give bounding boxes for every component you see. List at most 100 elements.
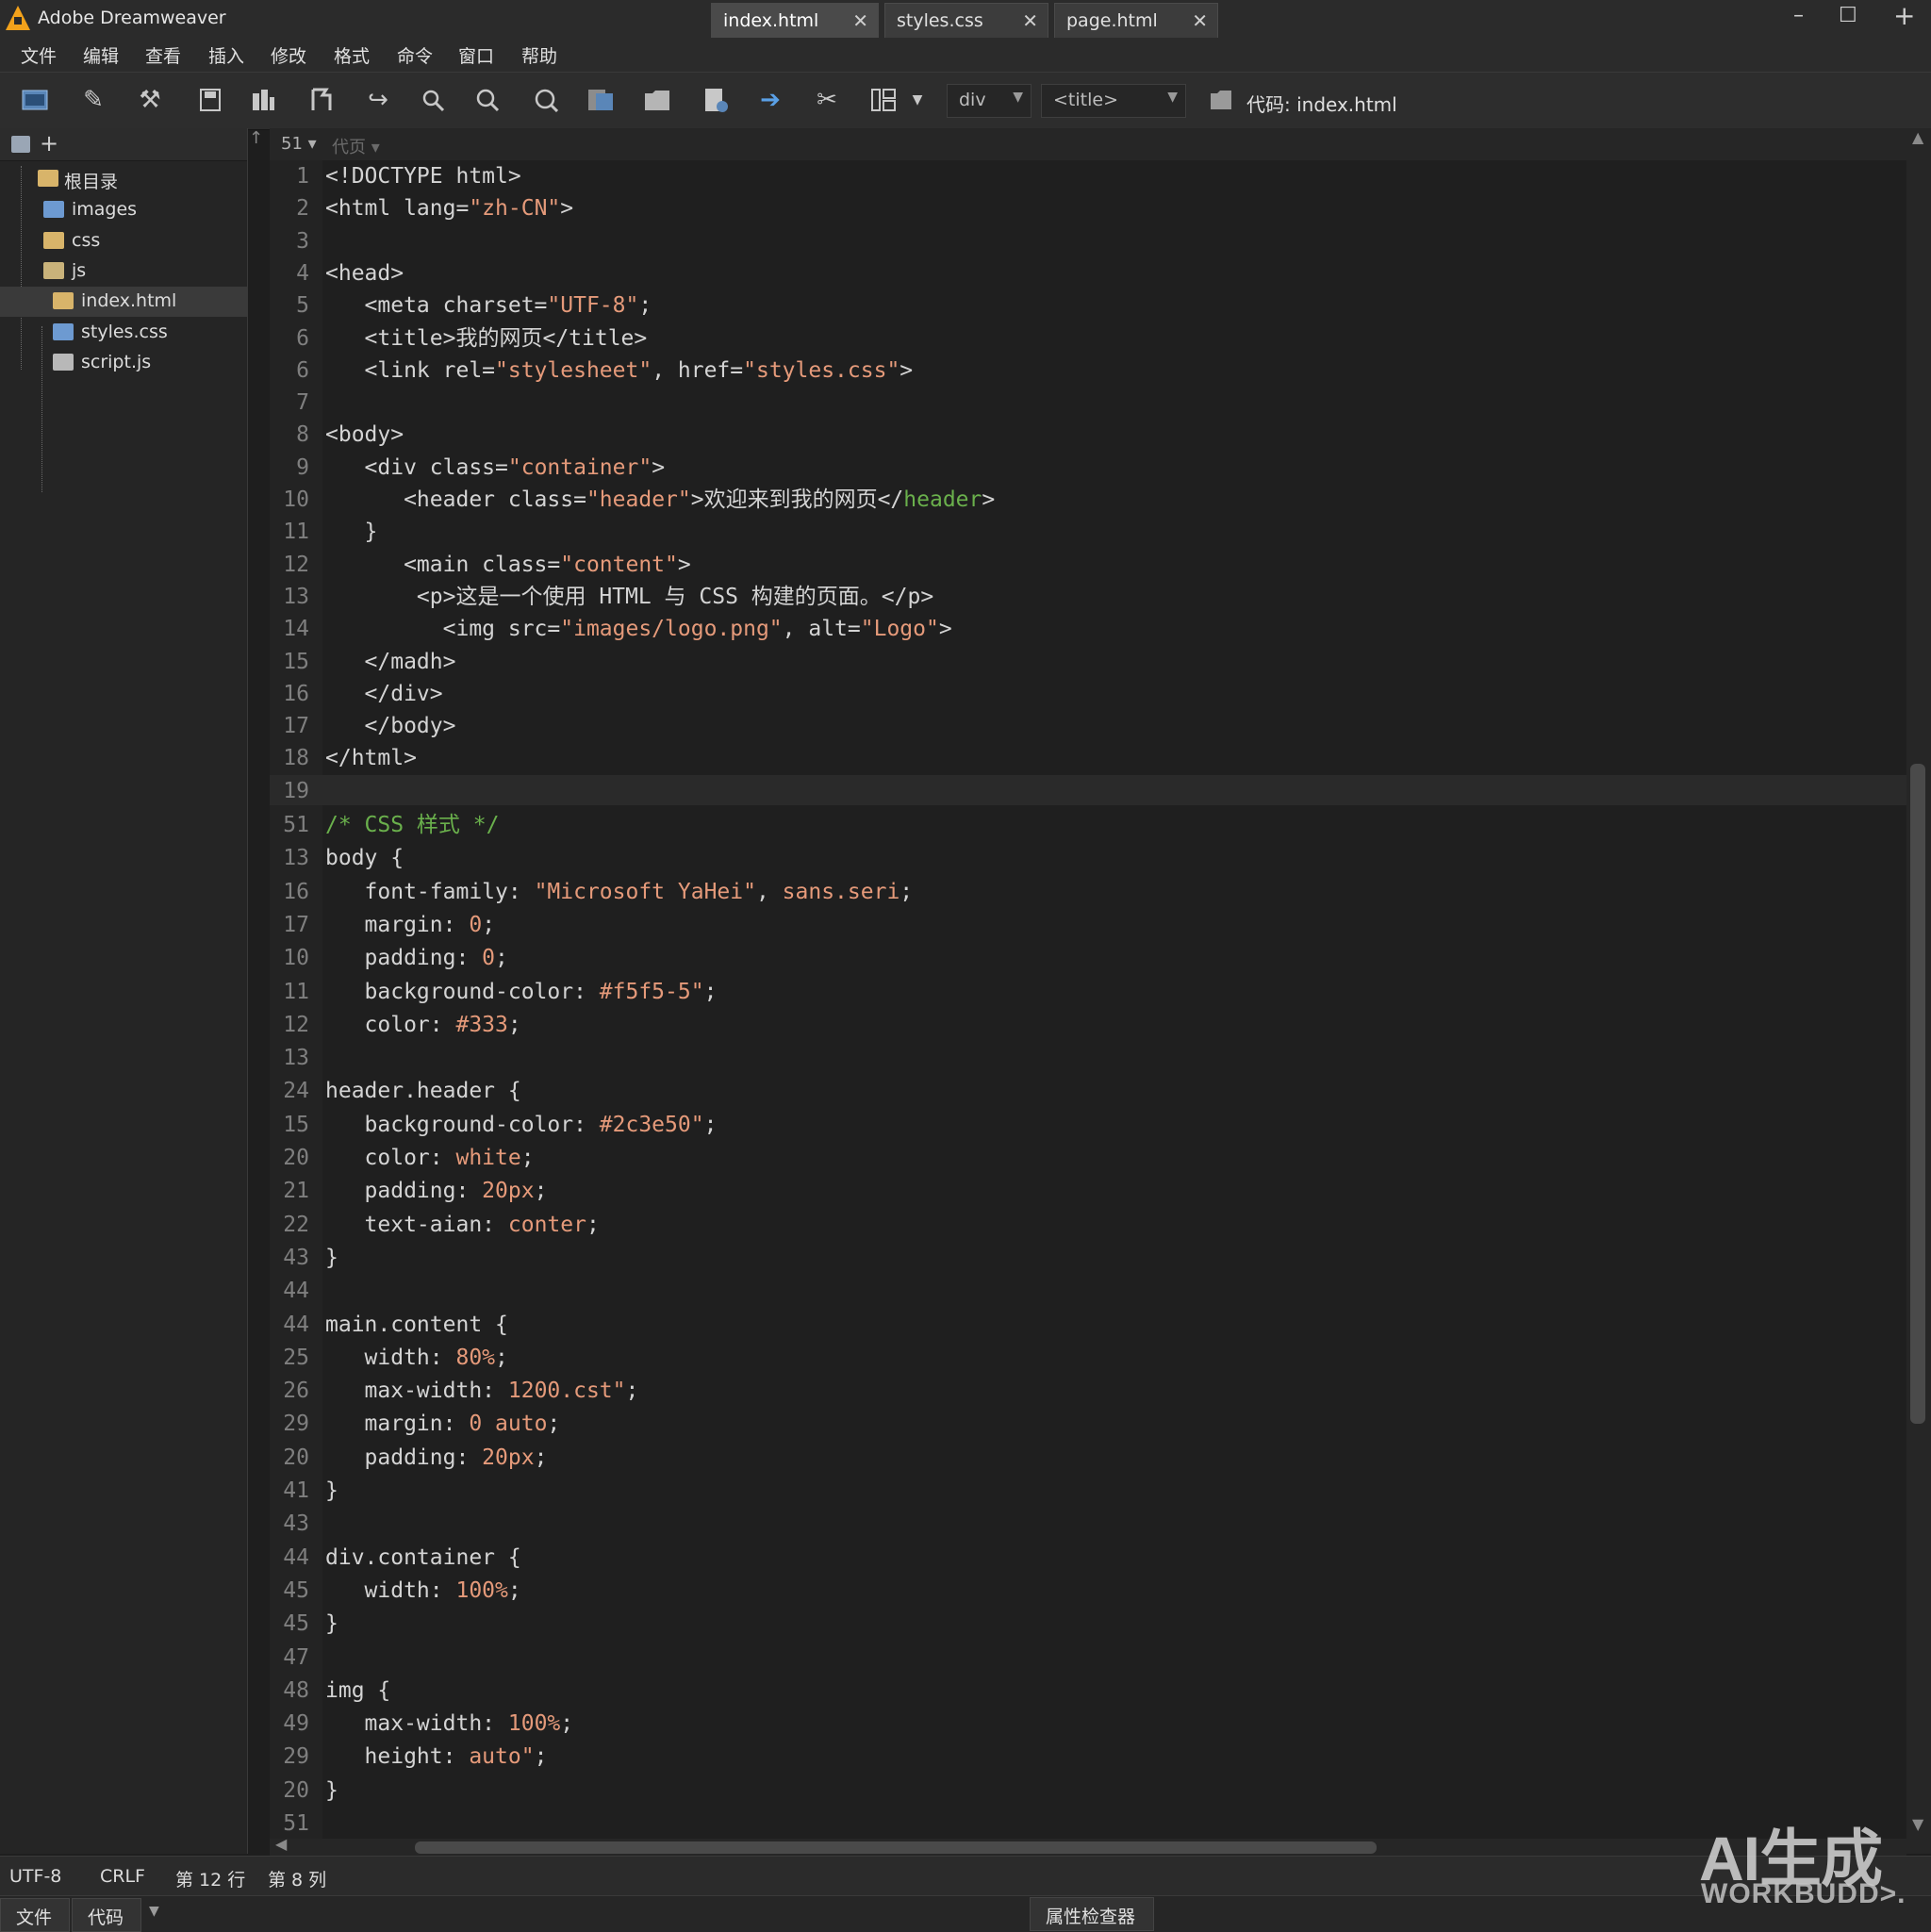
- menu-insert[interactable]: 插入: [208, 42, 244, 68]
- code-token: <meta charset=: [325, 293, 548, 319]
- code-header: 51 ▾ 代页 ▾: [270, 128, 1906, 161]
- code-token: <header class=: [325, 487, 586, 512]
- chevron-down-icon[interactable]: ▼: [149, 1904, 159, 1919]
- code-token: /* CSS 样式 */: [325, 813, 500, 837]
- minimize-button[interactable]: –: [1793, 4, 1804, 27]
- zoom-icon[interactable]: [530, 84, 562, 116]
- tree-item-css[interactable]: css: [0, 226, 247, 256]
- line-number: 45: [283, 1611, 309, 1637]
- tree-item-script-js[interactable]: script.js: [0, 348, 247, 378]
- line-counter[interactable]: 51 ▾: [281, 134, 317, 154]
- add-icon[interactable]: +: [40, 130, 58, 157]
- code-token: ;: [482, 912, 496, 937]
- pen-icon[interactable]: ✎: [77, 84, 109, 116]
- arrow-right-icon[interactable]: ➔: [754, 84, 786, 116]
- scroll-up-icon[interactable]: ▲: [1912, 128, 1923, 146]
- tree-item-images[interactable]: images: [0, 195, 247, 225]
- document-icon[interactable]: [700, 84, 732, 116]
- menu-edit[interactable]: 编辑: [83, 42, 119, 68]
- bookmark-icon[interactable]: [305, 84, 338, 116]
- code-token: </html>: [325, 746, 417, 771]
- code-token: div.container {: [325, 1544, 521, 1570]
- save-icon[interactable]: [194, 84, 226, 116]
- chevron-down-icon[interactable]: ▼: [901, 84, 933, 116]
- search-icon[interactable]: [417, 84, 449, 116]
- code-line: background-color: #2c3e50";: [325, 1111, 718, 1139]
- bottom-tab-code[interactable]: 代码: [72, 1898, 141, 1932]
- line-number: 6: [296, 325, 309, 351]
- dreamweaver-logo-icon: [6, 6, 30, 30]
- tree-item-styles-css[interactable]: styles.css: [0, 318, 247, 348]
- property-inspector-tab[interactable]: 属性检查器: [1030, 1897, 1154, 1931]
- files-icon[interactable]: [585, 84, 617, 116]
- scroll-down-icon[interactable]: ▼: [1912, 1815, 1923, 1833]
- folder-icon[interactable]: [641, 84, 673, 116]
- bottom-panel-bar: 文件 代码 ▼: [0, 1895, 1931, 1932]
- code-line: max-width: 1200.cst";: [325, 1377, 639, 1405]
- tree-item-label: js: [72, 260, 87, 281]
- code-token: <div class=: [325, 454, 508, 480]
- close-icon[interactable]: ✕: [852, 9, 868, 32]
- columns-icon[interactable]: [247, 84, 279, 116]
- code-view-icon[interactable]: [19, 84, 51, 116]
- menu-help[interactable]: 帮助: [521, 42, 557, 68]
- tree-item-root[interactable]: 根目录: [0, 164, 247, 194]
- horizontal-scroll-thumb[interactable]: [415, 1841, 1377, 1854]
- layout-icon[interactable]: [867, 84, 899, 116]
- close-icon[interactable]: ✕: [1192, 9, 1208, 32]
- encoding-status[interactable]: UTF-8: [9, 1866, 61, 1887]
- folder-icon: [1205, 84, 1237, 116]
- hammer-icon[interactable]: ⚒: [134, 84, 166, 116]
- code-token: padding:: [325, 946, 483, 971]
- code-token: "zh-CN": [469, 196, 561, 222]
- scroll-left-icon[interactable]: ◀: [275, 1835, 287, 1853]
- tab-page-html[interactable]: page.html ✕: [1054, 3, 1218, 38]
- redo-icon[interactable]: ↪: [362, 84, 394, 116]
- line-ending-status[interactable]: CRLF: [100, 1866, 145, 1887]
- code-line: <meta charset="UTF-8";: [325, 291, 652, 320]
- menu-format[interactable]: 格式: [334, 42, 370, 68]
- code-line: }: [325, 1610, 338, 1638]
- new-window-button[interactable]: +: [1893, 0, 1915, 31]
- close-icon[interactable]: ✕: [1022, 9, 1038, 32]
- code-token: </madh>: [325, 649, 456, 674]
- tab-styles-css[interactable]: styles.css ✕: [884, 3, 1048, 38]
- pin-icon[interactable]: ✂: [811, 84, 843, 116]
- code-token: >: [938, 617, 952, 642]
- menu-modify[interactable]: 修改: [271, 42, 306, 68]
- code-token: 0: [469, 912, 483, 937]
- code-token: ;: [703, 979, 718, 1004]
- code-line: <!DOCTYPE html>: [325, 162, 521, 190]
- code-token: header.header {: [325, 1079, 521, 1104]
- title-select-value: <title>: [1053, 90, 1118, 110]
- bottom-tab-files[interactable]: 文件: [0, 1898, 70, 1932]
- tree-item-js[interactable]: js: [0, 256, 247, 287]
- code-token: header: [903, 487, 982, 512]
- menu-window[interactable]: 窗口: [458, 42, 494, 68]
- code-token: "UTF-8": [547, 293, 639, 319]
- line-number: 44: [283, 1312, 309, 1337]
- menu-commands[interactable]: 命令: [397, 42, 433, 68]
- title-select[interactable]: <title> ▼: [1041, 84, 1186, 118]
- menu-file[interactable]: 文件: [21, 42, 57, 68]
- code-token: ;: [534, 1744, 548, 1770]
- folder-icon: [38, 170, 58, 187]
- line-number: 45: [283, 1577, 309, 1603]
- vertical-scroll-thumb[interactable]: [1910, 764, 1925, 1424]
- tab-index-html[interactable]: index.html ✕: [711, 3, 879, 38]
- app-title: Adobe Dreamweaver: [38, 8, 226, 28]
- tag-select[interactable]: div ▼: [947, 84, 1032, 118]
- code-line: <img src="images/logo.png", alt="Logo">: [325, 615, 952, 643]
- collapse-panel-icon[interactable]: ↑: [249, 128, 263, 148]
- maximize-button[interactable]: ☐: [1839, 4, 1857, 27]
- code-token: color:: [325, 1012, 456, 1037]
- code-token: "Microsoft YaHei": [534, 879, 756, 904]
- code-token: ;: [638, 293, 652, 319]
- code-line: header.header {: [325, 1077, 521, 1105]
- find-icon[interactable]: [471, 84, 503, 116]
- line-number: 44: [283, 1544, 309, 1570]
- tree-item-index-html[interactable]: index.html: [0, 287, 247, 317]
- page-label: 代页 ▾: [332, 138, 380, 157]
- code-token: #f5f5-5": [599, 979, 704, 1004]
- menu-view[interactable]: 查看: [145, 42, 181, 68]
